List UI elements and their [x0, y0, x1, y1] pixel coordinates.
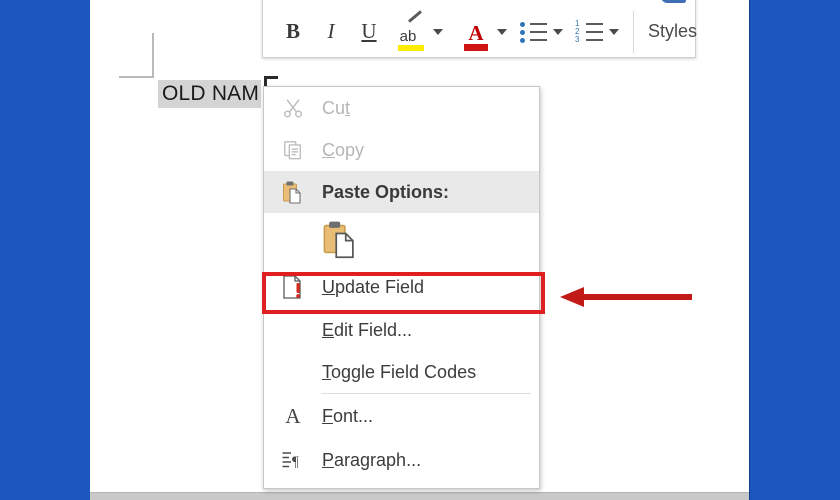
- margin-guide-horizontal: [119, 76, 154, 78]
- font-color-icon: A: [468, 20, 484, 45]
- bold-button[interactable]: B: [277, 12, 309, 52]
- underline-button[interactable]: U: [353, 12, 385, 52]
- clipboard-icon: [264, 171, 322, 213]
- bullet-list-icon[interactable]: [519, 19, 549, 45]
- toolbar-divider: [633, 10, 634, 53]
- scissors-icon: [264, 87, 322, 129]
- font-color-chevron-down-icon[interactable]: [497, 28, 507, 35]
- highlight-color-swatch: [398, 44, 424, 51]
- menu-item-toggle-field-codes[interactable]: Toggle Field Codes: [264, 351, 539, 393]
- text-highlight-color-button[interactable]: ab: [393, 9, 429, 53]
- background-band-left: [0, 0, 91, 500]
- menu-icon-placeholder: [264, 309, 322, 351]
- menu-item-font[interactable]: A Font...: [264, 394, 539, 438]
- menu-item-edit-field-label: Edit Field...: [322, 319, 413, 340]
- highlighter-pen-icon: [407, 9, 423, 23]
- selected-document-text[interactable]: OLD NAM: [158, 80, 262, 108]
- menu-item-paste-options[interactable]: Paste Options:: [264, 171, 539, 213]
- styles-gallery-icon[interactable]: [659, 0, 689, 3]
- text-highlight-icon: ab: [399, 27, 417, 45]
- menu-item-paragraph-label: Paragraph...: [322, 449, 422, 470]
- font-color-swatch: [464, 43, 488, 51]
- styles-button[interactable]: Styles: [648, 21, 697, 42]
- svg-text:¶: ¶: [292, 454, 299, 470]
- context-menu: Cut Copy Paste Options: Update Field Edi…: [263, 86, 540, 489]
- formatting-toolbar: B I U ab A 1 2 3 Styles: [262, 0, 697, 58]
- paragraph-icon: ¶: [264, 438, 322, 482]
- arrow-shaft: [582, 294, 692, 300]
- arrow-head-left-icon: [560, 287, 584, 307]
- numbering-chevron-down-icon[interactable]: [609, 28, 619, 35]
- background-band-right: [749, 0, 840, 500]
- document-bottom-strip: [90, 492, 749, 500]
- screenshot-stage: OLD NAM B I U ab A 1 2 3 Styles Cut Copy…: [0, 0, 840, 500]
- menu-item-edit-field[interactable]: Edit Field...: [264, 309, 539, 351]
- copy-icon: [264, 129, 322, 171]
- margin-guide-vertical: [152, 33, 154, 78]
- field-update-icon: [264, 265, 322, 309]
- annotation-arrow: [560, 284, 695, 310]
- menu-item-paste-options-label: Paste Options:: [322, 181, 450, 202]
- italic-button[interactable]: I: [315, 12, 347, 52]
- paste-options-gallery: [264, 213, 539, 265]
- bullets-chevron-down-icon[interactable]: [553, 28, 563, 35]
- underline-icon: U: [361, 19, 377, 43]
- menu-item-font-label: Font...: [322, 405, 374, 426]
- menu-item-toggle-field-codes-label: Toggle Field Codes: [322, 361, 477, 382]
- menu-item-cut[interactable]: Cut: [264, 87, 539, 129]
- menu-icon-placeholder: [264, 351, 322, 393]
- menu-item-copy[interactable]: Copy: [264, 129, 539, 171]
- menu-item-update-field-label: Update Field: [322, 276, 425, 297]
- menu-item-update-field[interactable]: Update Field: [264, 265, 539, 309]
- menu-item-cut-label: Cut: [322, 97, 351, 118]
- italic-icon: I: [327, 19, 335, 43]
- text-highlight-chevron-down-icon[interactable]: [433, 28, 443, 35]
- numbered-list-icon[interactable]: 1 2 3: [575, 19, 605, 45]
- font-color-button[interactable]: A: [459, 11, 493, 53]
- paste-keep-source-formatting-button[interactable]: [322, 219, 360, 259]
- font-a-icon: A: [285, 403, 301, 428]
- bold-icon: B: [285, 19, 300, 43]
- menu-item-paragraph[interactable]: ¶ Paragraph...: [264, 438, 539, 482]
- menu-item-copy-label: Copy: [322, 139, 365, 160]
